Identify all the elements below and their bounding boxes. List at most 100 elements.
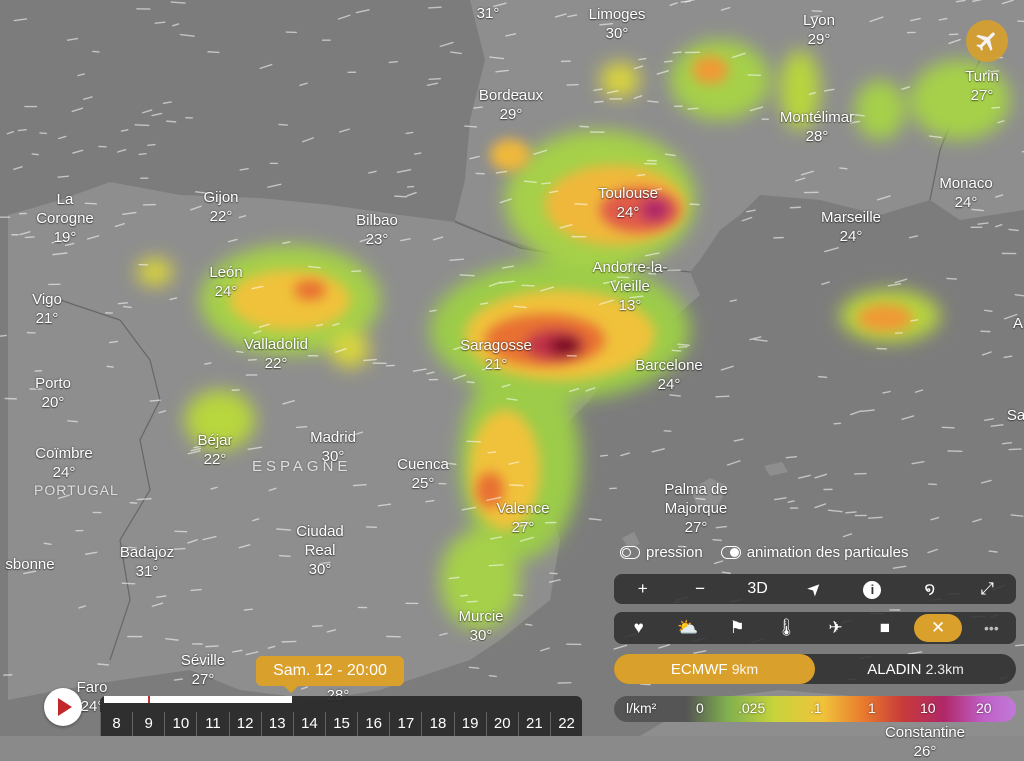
timeline-day[interactable]: 15	[325, 712, 357, 736]
city-label: Bilbao23°	[356, 211, 398, 249]
timeline[interactable]: 8910111213141516171819202122	[100, 696, 582, 736]
wind-streak	[460, 275, 474, 276]
city-label: Lyon29°	[803, 11, 835, 49]
city-name-part: Palma de	[664, 480, 727, 499]
wind-streak	[601, 455, 608, 456]
city-name: Montélimar	[780, 108, 854, 127]
timeline-day[interactable]: 14	[293, 712, 325, 736]
city-temp: 24°	[939, 193, 992, 212]
wind-icon: ⚑	[730, 618, 745, 637]
city-label: Monaco24°	[939, 174, 992, 212]
wind-streak	[846, 512, 856, 513]
city-name-part: Corogne	[36, 209, 94, 228]
timeline-day[interactable]: 18	[421, 712, 453, 736]
info-button[interactable]: i	[852, 579, 892, 599]
more-layer-button[interactable]: •••	[971, 614, 1011, 642]
wind-streak	[989, 551, 997, 552]
city-label: LaCorogne19°	[36, 190, 94, 247]
timeline-day[interactable]: 21	[518, 712, 550, 736]
precipitation-legend: l/km²0.025.111020	[614, 696, 1016, 722]
timeline-day[interactable]: 19	[454, 712, 486, 736]
city-name-part: Real	[296, 541, 344, 560]
timeline-day[interactable]: 20	[486, 712, 518, 736]
city-temp: 22°	[197, 450, 232, 469]
city-temp: 30°	[458, 626, 503, 645]
model-aladin-button[interactable]: ALADIN 2.3km	[815, 654, 1016, 684]
locate-button[interactable]: ➤	[794, 568, 836, 610]
wind-streak	[68, 421, 77, 422]
wind-streak	[641, 684, 650, 685]
wind-streak	[467, 382, 474, 383]
wind-streak	[429, 79, 440, 80]
zoom-in-button[interactable]: +	[623, 579, 663, 599]
timeline-day[interactable]: 11	[196, 712, 228, 736]
camera-icon: ■	[880, 618, 890, 637]
airplane-mode-button[interactable]	[966, 20, 1008, 62]
city-label: Constantine26°	[885, 723, 965, 761]
timeline-day[interactable]: 16	[357, 712, 389, 736]
wind-streak	[1018, 21, 1024, 22]
timeline-day[interactable]: 22	[550, 712, 582, 736]
toggle-on-icon	[721, 546, 741, 559]
legend-tick: 20	[976, 700, 992, 716]
play-button[interactable]	[44, 688, 82, 726]
wind-streak	[395, 196, 407, 197]
close-layer-button[interactable]: ✕	[914, 614, 962, 642]
city-temp: 22°	[244, 354, 308, 373]
partial-city-lisbon: sbonne	[5, 555, 54, 574]
city-temp: 20°	[35, 393, 71, 412]
wind-streak	[25, 237, 34, 238]
model-ecmwf-button[interactable]: ECMWF 9km	[614, 654, 815, 684]
thermometer-layer-button[interactable]: 🌡	[766, 614, 806, 642]
wind-streak	[688, 108, 698, 109]
city-label: Vigo21°	[32, 290, 62, 328]
wind-streak	[467, 601, 477, 602]
wind-streak	[430, 310, 436, 311]
timeline-day[interactable]: 9	[132, 712, 164, 736]
heart-icon: ♥	[634, 618, 644, 637]
city-temp: 27°	[181, 670, 225, 689]
camera-layer-button[interactable]: ■	[865, 614, 905, 642]
airplane-layer-button[interactable]: ✈	[816, 614, 856, 642]
timeline-day[interactable]: 10	[164, 712, 196, 736]
timeline-day[interactable]: 8	[100, 712, 132, 736]
wind-streak	[819, 377, 827, 378]
timeline-day[interactable]: 13	[261, 712, 293, 736]
wind-streak	[429, 7, 441, 8]
timeline-day[interactable]: 12	[229, 712, 261, 736]
info-icon: i	[863, 581, 881, 599]
wind-layer-button[interactable]: ⚑	[717, 614, 757, 642]
particles-toggle[interactable]: animation des particules	[721, 544, 909, 561]
timeline-day[interactable]: 17	[389, 712, 421, 736]
model-name: ECMWF	[671, 661, 728, 678]
hurricane-button[interactable]: ໑	[910, 579, 950, 599]
city-label: Badajoz31°	[120, 543, 174, 581]
city-name: Séville	[181, 651, 225, 670]
wind-streak	[244, 609, 252, 610]
city-temp: 22°	[203, 207, 238, 226]
wind-streak	[137, 499, 151, 500]
model-resolution: 2.3km	[926, 661, 964, 677]
wind-streak	[139, 154, 146, 155]
city-label: Limoges30°	[589, 5, 646, 43]
wind-streak	[510, 485, 523, 486]
wind-streak	[526, 624, 532, 625]
city-name: Porto	[35, 374, 71, 393]
fullscreen-button[interactable]: ⤢	[967, 579, 1007, 599]
weather-layer-button[interactable]: ⛅	[668, 614, 708, 642]
timeline-now-marker	[148, 696, 150, 703]
city-name: Bordeaux	[479, 86, 543, 105]
city-name: Cuenca	[397, 455, 449, 474]
pressure-toggle[interactable]: pression	[620, 544, 703, 561]
wind-streak	[461, 595, 468, 596]
zoom-out-button[interactable]: −	[680, 579, 720, 599]
model-name: ALADIN	[867, 661, 921, 678]
wind-streak	[389, 62, 397, 63]
wind-streak	[834, 423, 840, 424]
3d-button[interactable]: 3D	[738, 580, 778, 598]
city-name-part: Majorque	[664, 499, 727, 518]
wind-streak	[637, 175, 644, 176]
heart-layer-button[interactable]: ♥	[619, 614, 659, 642]
city-name: Gijon	[203, 188, 238, 207]
wind-streak	[280, 556, 290, 557]
